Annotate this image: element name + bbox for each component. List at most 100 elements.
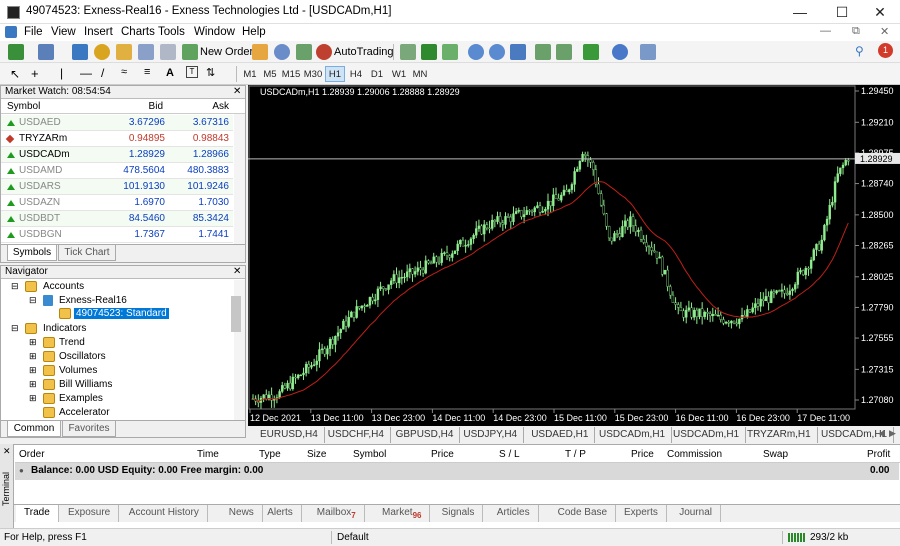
close-icon[interactable]: ✕ [233, 266, 241, 277]
autoscroll-icon[interactable] [556, 44, 572, 60]
chart-tab[interactable]: USDJPY,H4 [457, 427, 525, 443]
chart-tab[interactable]: GBPUSD,H4 [390, 427, 461, 443]
market-watch-row[interactable]: USDAMD 478.5604 480.3883 [1, 163, 233, 179]
chart-tab[interactable]: TRYZARm,H1 [741, 427, 818, 443]
terminal-tab[interactable]: Code Base [550, 505, 617, 522]
vertical-line-icon[interactable]: | [60, 66, 63, 80]
tab-symbols[interactable]: Symbols [7, 245, 57, 261]
terminal-icon[interactable] [138, 44, 154, 60]
timeframe-h1[interactable]: H1 [325, 66, 345, 82]
profiles-icon[interactable] [38, 44, 54, 60]
periods-icon[interactable] [612, 44, 628, 60]
terminal-tab[interactable]: Journal [671, 505, 721, 522]
menu-charts[interactable]: Charts [121, 26, 155, 38]
terminal-tab[interactable]: Alerts [259, 505, 302, 522]
col-order[interactable]: Order [19, 449, 45, 460]
tree-indicator-item[interactable]: Trend [59, 337, 85, 348]
tree-expand-icon[interactable]: ⊞ [29, 337, 37, 348]
col-symbol[interactable]: Symbol [353, 449, 386, 460]
tree-indicator-item[interactable]: Accelerator [59, 407, 110, 418]
market-watch-row[interactable]: USDAED 3.67296 3.67316 [1, 115, 233, 131]
timeframe-h4[interactable]: H4 [346, 66, 366, 82]
menu-view[interactable]: View [51, 26, 76, 38]
chart-tab[interactable]: USDAED,H1 [525, 427, 596, 443]
col-size[interactable]: Size [307, 449, 326, 460]
col-price-current[interactable]: Price [631, 449, 654, 460]
terminal-tab[interactable]: Experts [616, 505, 667, 522]
tab-tick-chart[interactable]: Tick Chart [58, 245, 116, 261]
tabs-scroll-right-icon[interactable]: ▶ [889, 428, 896, 439]
scrollbar[interactable] [234, 114, 245, 244]
tree-expand-icon[interactable]: ⊞ [29, 365, 37, 376]
tree-indicator-item[interactable]: Bill Williams [59, 379, 112, 390]
maximize-button[interactable]: ☐ [822, 0, 862, 24]
tree-indicator-item[interactable]: Examples [59, 393, 103, 404]
terminal-tab[interactable]: News [221, 505, 263, 522]
arrows-icon[interactable]: ⇅ [206, 66, 215, 79]
zoom-out-icon[interactable] [489, 44, 505, 60]
fibonacci-icon[interactable]: ≡ [144, 66, 150, 78]
chart-window[interactable]: 1.294501.292101.289751.287401.285001.282… [248, 85, 900, 426]
tree-indicator-item[interactable]: Volumes [59, 365, 97, 376]
menu-tools[interactable]: Tools [158, 26, 185, 38]
tree-indicator-item[interactable]: Oscillators [59, 351, 106, 362]
market-watch-row[interactable]: USDAZN 1.6970 1.7030 [1, 195, 233, 211]
minimize-button[interactable]: — [780, 0, 820, 24]
timeframe-m1[interactable]: M1 [240, 66, 260, 82]
chart-tab[interactable]: EURUSD,H4 [254, 427, 325, 443]
tab-favorites[interactable]: Favorites [62, 421, 116, 437]
balance-row[interactable]: ● Balance: 0.00 USD Equity: 0.00 Free ma… [15, 463, 899, 480]
col-commission[interactable]: Commission [667, 449, 722, 460]
signals-icon[interactable] [296, 44, 312, 60]
price-chart[interactable]: 1.294501.292101.289751.287401.285001.282… [248, 85, 900, 426]
tabs-scroll-left-icon[interactable]: ◀ [878, 428, 885, 439]
timeframe-w1[interactable]: W1 [389, 66, 409, 82]
trendline-icon[interactable]: / [101, 66, 104, 80]
header-ask[interactable]: Ask [167, 101, 229, 112]
market-watch-row[interactable]: USDARS 101.9130 101.9246 [1, 179, 233, 195]
menu-file[interactable]: File [24, 26, 43, 38]
zoom-in-icon[interactable] [468, 44, 484, 60]
market-watch-row[interactable]: USDBGN 1.7367 1.7441 [1, 227, 233, 243]
col-price[interactable]: Price [431, 449, 454, 460]
templates-icon[interactable] [640, 44, 656, 60]
menu-window[interactable]: Window [194, 26, 235, 38]
terminal-tab[interactable]: Market96 [374, 505, 431, 522]
metaeditor-icon[interactable] [252, 44, 268, 60]
new-order-button[interactable]: New Order [200, 46, 253, 58]
status-profile[interactable]: Default [337, 532, 369, 543]
search-icon[interactable]: ⚲ [855, 44, 864, 58]
terminal-tab[interactable]: Articles [489, 505, 539, 522]
chart-tab[interactable]: USDCADm,H1 [667, 427, 747, 443]
autotrading-button[interactable]: AutoTrading [334, 46, 394, 58]
header-bid[interactable]: Bid [101, 101, 163, 112]
indicators-icon[interactable] [583, 44, 599, 60]
terminal-tab[interactable]: Mailbox7 [309, 505, 365, 522]
chart-shift-icon[interactable] [535, 44, 551, 60]
bar-chart-icon[interactable] [400, 44, 416, 60]
col-profit[interactable]: Profit [867, 449, 890, 460]
market-watch-row[interactable]: USDBDT 84.5460 85.3424 [1, 211, 233, 227]
col-type[interactable]: Type [259, 449, 281, 460]
col-sl[interactable]: S / L [499, 449, 520, 460]
mdi-minimize-button[interactable]: — [820, 25, 831, 37]
close-button[interactable]: ✕ [860, 0, 900, 24]
timeframe-m15[interactable]: M15 [281, 66, 301, 82]
notification-badge[interactable]: 1 [878, 43, 893, 58]
terminal-tab[interactable]: Exposure [60, 505, 120, 522]
header-symbol[interactable]: Symbol [7, 101, 40, 112]
tree-server-toggle[interactable]: ⊟ [29, 295, 37, 306]
terminal-tab[interactable]: Account History [121, 505, 208, 522]
tree-accounts-label[interactable]: Accounts [43, 281, 84, 292]
tree-expand-icon[interactable]: ⊞ [29, 379, 37, 390]
menu-insert[interactable]: Insert [84, 26, 113, 38]
col-swap[interactable]: Swap [763, 449, 788, 460]
terminal-tab[interactable]: Trade [16, 505, 59, 522]
mdi-close-button[interactable]: ✕ [880, 25, 889, 38]
market-watch-row[interactable]: USDCADm 1.28929 1.28966 [1, 147, 233, 163]
tree-expand-icon[interactable]: ⊞ [29, 351, 37, 362]
candlestick-icon[interactable] [421, 44, 437, 60]
chart-tab[interactable]: USDCHF,H4 [322, 427, 391, 443]
line-chart-icon[interactable] [442, 44, 458, 60]
timeframe-mn[interactable]: MN [410, 66, 430, 82]
